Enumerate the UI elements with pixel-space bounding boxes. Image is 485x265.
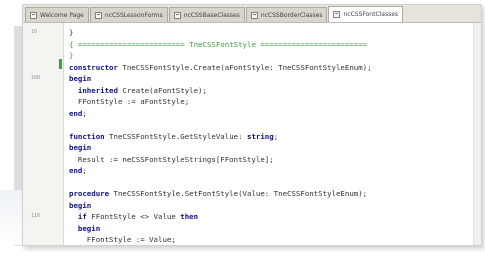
code-line: end; [69, 165, 481, 177]
code-line: begin [69, 73, 481, 85]
code-line: } [69, 27, 481, 39]
editor-tab[interactable]: ncCSSFontClasses [328, 6, 404, 22]
code-keyword: end [69, 166, 83, 175]
code-text: TneCSSFontStyle.Create(aFontStyle: TneCS… [117, 62, 372, 72]
code-keyword: string [247, 131, 274, 141]
code-text: ; [273, 131, 279, 141]
code-line: begin [69, 200, 481, 212]
code-keyword: begin [77, 223, 101, 233]
code-text: } [69, 28, 74, 37]
code-keyword: procedure [69, 189, 110, 198]
code-line: function TneCSSFontStyle.GetStyleValue: … [69, 131, 481, 143]
code-keyword: constructor [69, 62, 118, 72]
editor-tab-label: ncCSSBaseClasses [183, 11, 240, 19]
code-line: procedure TneCSSFontStyle.SetFontStyle(V… [69, 188, 481, 200]
code-keyword: begin [69, 143, 92, 152]
code-line: FFontStyle := Value; [69, 234, 481, 245]
code-line: if FFontStyle <> Value then [69, 211, 481, 223]
line-number: 10 [31, 29, 38, 35]
file-icon [250, 11, 258, 19]
code-line: end; [69, 108, 481, 120]
code-text: ; [82, 108, 87, 118]
line-number: 110 [31, 213, 41, 219]
editor-tab[interactable]: ncCSSLessonForms [89, 7, 168, 22]
code-line: { ======================== TneCSSFontSty… [69, 39, 481, 51]
code-keyword: then [180, 212, 199, 221]
line-number-gutter: 10 100 110 [23, 23, 64, 245]
editor-tab[interactable]: ncCSSBaseClasses [168, 7, 245, 22]
code-text: Create(aFontStyle); [117, 85, 207, 95]
file-icon [94, 11, 102, 19]
file-icon [173, 11, 181, 19]
code-text: TneCSSFontStyle.GetStyleValue: [104, 131, 247, 141]
editor-tab-label: ncCSSLessonForms [104, 11, 163, 19]
vertical-scrollbar[interactable] [473, 23, 481, 245]
code-comment: } [69, 51, 74, 60]
code-text: FFontStyle := aFontStyle; [69, 97, 190, 106]
code-line: Result := neCSSFontStyleStrings[FFontSty… [69, 154, 481, 166]
code-keyword: end [69, 108, 83, 118]
line-number: 100 [31, 75, 41, 81]
backdrop-band [0, 190, 22, 245]
code-comment: ======================== TneCSSFontStyle… [77, 39, 368, 49]
editor-tab-label: Welcome Page [40, 11, 84, 19]
file-icon [333, 11, 341, 18]
file-icon [30, 11, 37, 19]
code-line: inherited Create(aFontStyle); [69, 85, 481, 97]
code-line: constructor TneCSSFontStyle.Create(aFont… [69, 62, 481, 74]
code-text: Result := neCSSFontStyleStrings[FFontSty… [69, 154, 274, 164]
code-editor[interactable]: }{ ======================== TneCSSFontSt… [69, 27, 481, 245]
code-keyword: if [77, 212, 87, 221]
editor-tab-bar: Welcome Page ncCSSLessonForms ncCSSBaseCla… [23, 5, 481, 23]
editor-tab[interactable]: Welcome Page [25, 7, 89, 22]
editor-window: Welcome Page ncCSSLessonForms ncCSSBaseCla… [22, 4, 482, 246]
modified-line-marker [59, 59, 62, 69]
code-line: begin [69, 142, 481, 154]
code-keyword: inherited [77, 85, 118, 95]
code-keyword: function [69, 131, 105, 141]
editor-tab[interactable]: ncCSSBorderClasses [245, 7, 328, 22]
code-keyword: begin [69, 200, 92, 210]
code-text: FFontStyle := Value; [69, 235, 176, 244]
code-line: } [69, 50, 481, 62]
code-text: ; [82, 166, 87, 175]
code-text: TneCSSFontStyle.SetFontStyle(Value: TneC… [109, 189, 368, 198]
editor-tab-label: ncCSSFontClasses [343, 11, 399, 18]
editor-tab-label: ncCSSBorderClasses [260, 11, 323, 19]
code-text: FFontStyle <> Value [86, 212, 181, 221]
code-comment: { [69, 39, 78, 49]
code-keyword: begin [69, 74, 92, 83]
code-line: FFontStyle := aFontStyle; [69, 96, 481, 108]
code-line: begin [69, 223, 481, 235]
